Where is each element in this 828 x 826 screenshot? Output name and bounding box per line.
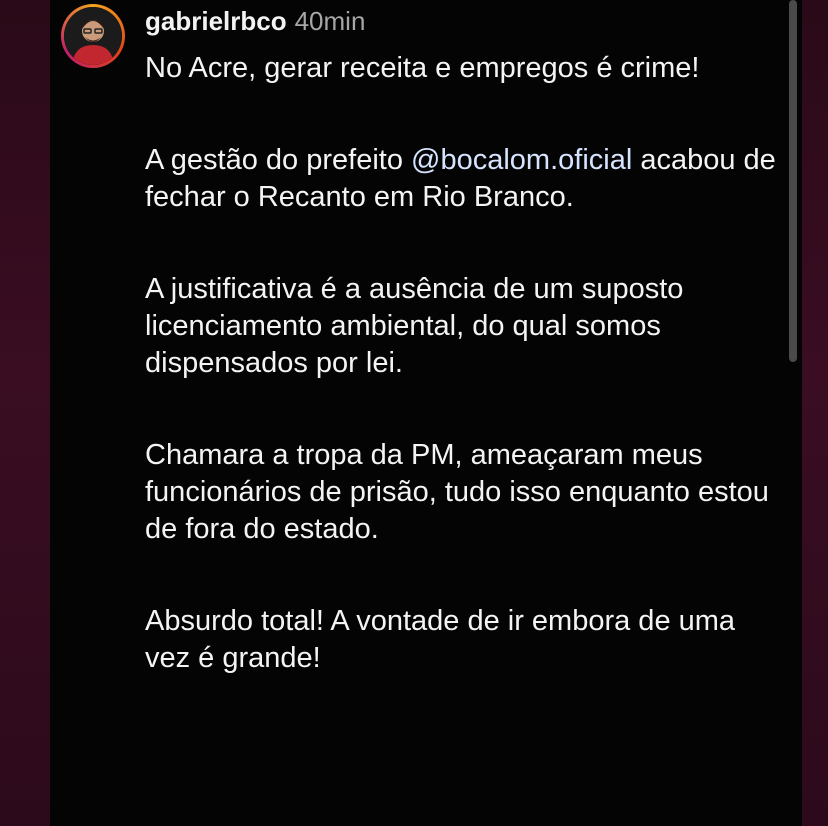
post-caption: No Acre, gerar receita e empregos é crim… [145, 50, 785, 677]
username-link[interactable]: gabrielrbco [145, 6, 287, 37]
scrollbar[interactable] [789, 0, 797, 362]
mention-link[interactable]: @bocalom.oficial [411, 144, 632, 176]
story-screen: gabrielrbco 40min No Acre, gerar receita… [0, 0, 828, 826]
paragraph-3: A justificativa é a ausência de um supos… [145, 273, 684, 379]
paragraph-4: Chamara a tropa da PM, ameaçaram meus fu… [145, 439, 769, 545]
paragraph-2: A gestão do prefeito @bocalom.oficial ac… [145, 142, 785, 216]
user-avatar-icon[interactable] [64, 7, 122, 65]
paragraph-5: Absurdo total! A vontade de ir embora de… [145, 605, 736, 674]
paragraph-1: No Acre, gerar receita e empregos é crim… [145, 52, 700, 84]
paragraph-2-start: A gestão do prefeito [145, 144, 412, 176]
story-ring[interactable] [61, 4, 125, 68]
post-header: gabrielrbco 40min [145, 6, 365, 36]
post-timestamp: 40min [294, 6, 366, 36]
